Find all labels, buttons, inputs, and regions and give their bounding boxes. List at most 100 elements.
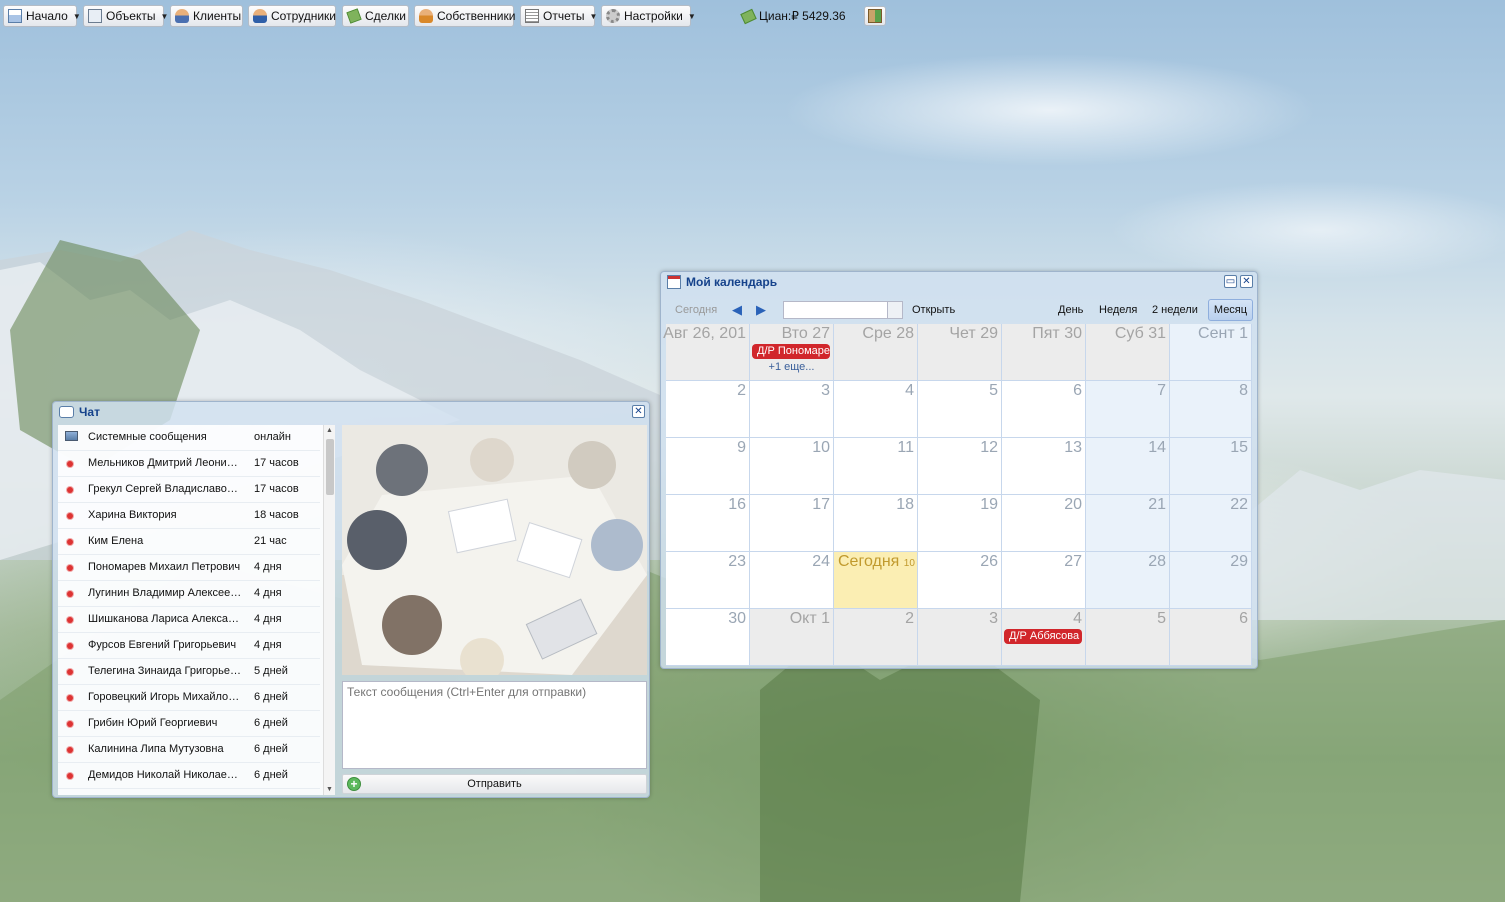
day-cell[interactable]: 20 <box>1002 495 1086 552</box>
day-cell[interactable]: Сент 1 <box>1170 324 1252 381</box>
day-cell[interactable]: 6 <box>1170 609 1252 666</box>
day-cell[interactable]: 5 <box>918 381 1002 438</box>
contact-row[interactable]: Харина Виктория 18 часов <box>58 503 320 529</box>
scroll-down-icon[interactable]: ▼ <box>326 786 333 793</box>
employees-button[interactable]: Сотрудники <box>248 5 336 27</box>
day-cell[interactable]: 21 <box>1086 495 1170 552</box>
start-menu-button[interactable]: Начало ▼ <box>3 5 81 27</box>
day-cell[interactable]: 28 <box>1086 552 1170 609</box>
day-cell[interactable]: 9 <box>666 438 750 495</box>
contact-row[interactable]: Калинина Липа Мутузовна 6 дней <box>58 737 320 763</box>
contact-list-scrollbar[interactable]: ▲ ▼ <box>323 425 335 795</box>
day-label: Окт 1 <box>789 610 830 627</box>
view-month-button[interactable]: Месяц <box>1208 299 1253 321</box>
day-cell[interactable]: 11 <box>834 438 918 495</box>
calendar-close-button[interactable]: ✕ <box>1240 275 1253 288</box>
day-cell[interactable]: Суб 31 <box>1086 324 1170 381</box>
day-cell[interactable]: Сре 28 <box>834 324 918 381</box>
day-cell[interactable]: 2 <box>666 381 750 438</box>
day-cell[interactable]: 4 Д/Р Аббясова <box>1002 609 1086 666</box>
calendar-window-header[interactable]: Мой календарь <box>667 275 777 289</box>
day-cell[interactable]: 3 <box>918 609 1002 666</box>
contact-row[interactable]: Грибин Юрий Георгиевич 6 дней <box>58 711 320 737</box>
calendar-maximize-button[interactable]: ▭ <box>1224 275 1237 288</box>
day-cell[interactable]: 3 <box>750 381 834 438</box>
day-number: 26 <box>980 553 998 571</box>
day-cell[interactable]: 12 <box>918 438 1002 495</box>
contact-row[interactable]: Пономарев Михаил Петрович 4 дня <box>58 555 320 581</box>
day-cell[interactable]: Авг 26, 201 <box>663 324 750 381</box>
date-field[interactable] <box>783 301 903 319</box>
owners-button[interactable]: Собственники <box>414 5 515 27</box>
day-cell[interactable]: 23 <box>666 552 750 609</box>
day-label: Пят 30 <box>1032 325 1082 342</box>
day-cell[interactable]: 27 <box>1002 552 1086 609</box>
contact-row[interactable]: Шишканова Лариса Александровна 4 дня <box>58 607 320 633</box>
contact-row[interactable]: Демидов Николай Николаевич 6 дней <box>58 763 320 789</box>
day-cell[interactable]: 10 <box>750 438 834 495</box>
day-cell[interactable]: 24 <box>750 552 834 609</box>
day-cell[interactable]: 2 <box>834 609 918 666</box>
calendar-event[interactable]: Д/Р Аббясова <box>1004 629 1082 644</box>
day-cell-today[interactable]: Сегодня 10 <box>834 552 918 609</box>
day-cell[interactable]: 15 <box>1170 438 1252 495</box>
deals-button[interactable]: Сделки <box>342 5 409 27</box>
day-cell[interactable]: 22 <box>1170 495 1252 552</box>
scroll-thumb[interactable] <box>326 439 334 495</box>
contact-name: Харина Виктория <box>88 509 177 521</box>
day-cell[interactable]: Пят 30 <box>1002 324 1086 381</box>
day-cell[interactable]: 7 <box>1086 381 1170 438</box>
chevron-down-icon: ▼ <box>589 11 598 21</box>
contact-row[interactable]: Грекул Сергей Владиславович 17 часов <box>58 477 320 503</box>
calendar-event[interactable]: Д/Р Пономаре <box>752 344 830 359</box>
objects-menu-button[interactable]: Объекты ▼ <box>83 5 168 27</box>
day-cell[interactable]: 8 <box>1170 381 1252 438</box>
offline-status-icon <box>67 487 73 493</box>
chat-window-header[interactable]: Чат <box>59 405 100 419</box>
day-cell[interactable]: 14 <box>1086 438 1170 495</box>
day-cell[interactable]: 18 <box>834 495 918 552</box>
contact-last-seen: 4 дня <box>254 561 282 573</box>
scroll-up-icon[interactable]: ▲ <box>326 427 333 434</box>
day-cell[interactable]: 29 <box>1170 552 1252 609</box>
today-button[interactable]: Сегодня <box>675 304 717 316</box>
prev-arrow-icon[interactable]: ◀ <box>732 302 742 318</box>
day-cell[interactable]: 19 <box>918 495 1002 552</box>
reports-menu-label: Отчеты <box>543 9 585 23</box>
day-cell[interactable]: 6 <box>1002 381 1086 438</box>
day-cell[interactable]: Окт 1 <box>750 609 834 666</box>
day-cell[interactable]: 5 <box>1086 609 1170 666</box>
contact-row[interactable]: Фурсов Евгений Григорьевич 4 дня <box>58 633 320 659</box>
reports-menu-button[interactable]: Отчеты ▼ <box>520 5 598 27</box>
contact-row[interactable]: Ким Елена 21 час <box>58 529 320 555</box>
offline-status-icon <box>67 721 73 727</box>
view-week-button[interactable]: Неделя <box>1099 304 1137 316</box>
message-input[interactable] <box>342 681 647 769</box>
contact-row[interactable]: Системные сообщения онлайн <box>58 425 320 451</box>
day-number: 23 <box>728 553 746 571</box>
contact-row[interactable]: Лугинин Владимир Алексеевич 4 дня <box>58 581 320 607</box>
settings-menu-button[interactable]: Настройки ▼ <box>601 5 696 27</box>
date-picker-icon[interactable] <box>887 302 902 318</box>
exit-button[interactable] <box>864 6 886 26</box>
day-cell[interactable]: 17 <box>750 495 834 552</box>
open-button[interactable]: Открыть <box>912 304 955 316</box>
view-day-button[interactable]: День <box>1058 304 1083 316</box>
day-cell[interactable]: Чет 29 <box>918 324 1002 381</box>
day-cell[interactable]: 13 <box>1002 438 1086 495</box>
contact-row[interactable]: Горовецкий Игорь Михайлович 6 дней <box>58 685 320 711</box>
day-cell[interactable]: 30 <box>666 609 750 666</box>
next-arrow-icon[interactable]: ▶ <box>756 302 766 318</box>
view-two-weeks-button[interactable]: 2 недели <box>1152 304 1198 316</box>
more-events-link[interactable]: +1 еще... <box>750 361 833 373</box>
day-cell[interactable]: Вто 27 Д/Р Пономаре +1 еще... <box>750 324 834 381</box>
clients-button[interactable]: Клиенты <box>170 5 243 27</box>
contact-row[interactable]: Телегина Зинаида Григорьевна 5 дней <box>58 659 320 685</box>
send-button[interactable]: + Отправить <box>342 774 647 794</box>
contact-row[interactable]: Мельников Дмитрий Леонидович 17 часов <box>58 451 320 477</box>
day-cell[interactable]: 4 <box>834 381 918 438</box>
chat-close-button[interactable]: ✕ <box>632 405 645 418</box>
day-cell[interactable]: 26 <box>918 552 1002 609</box>
contact-last-seen: 6 дней <box>254 691 288 703</box>
day-cell[interactable]: 16 <box>666 495 750 552</box>
